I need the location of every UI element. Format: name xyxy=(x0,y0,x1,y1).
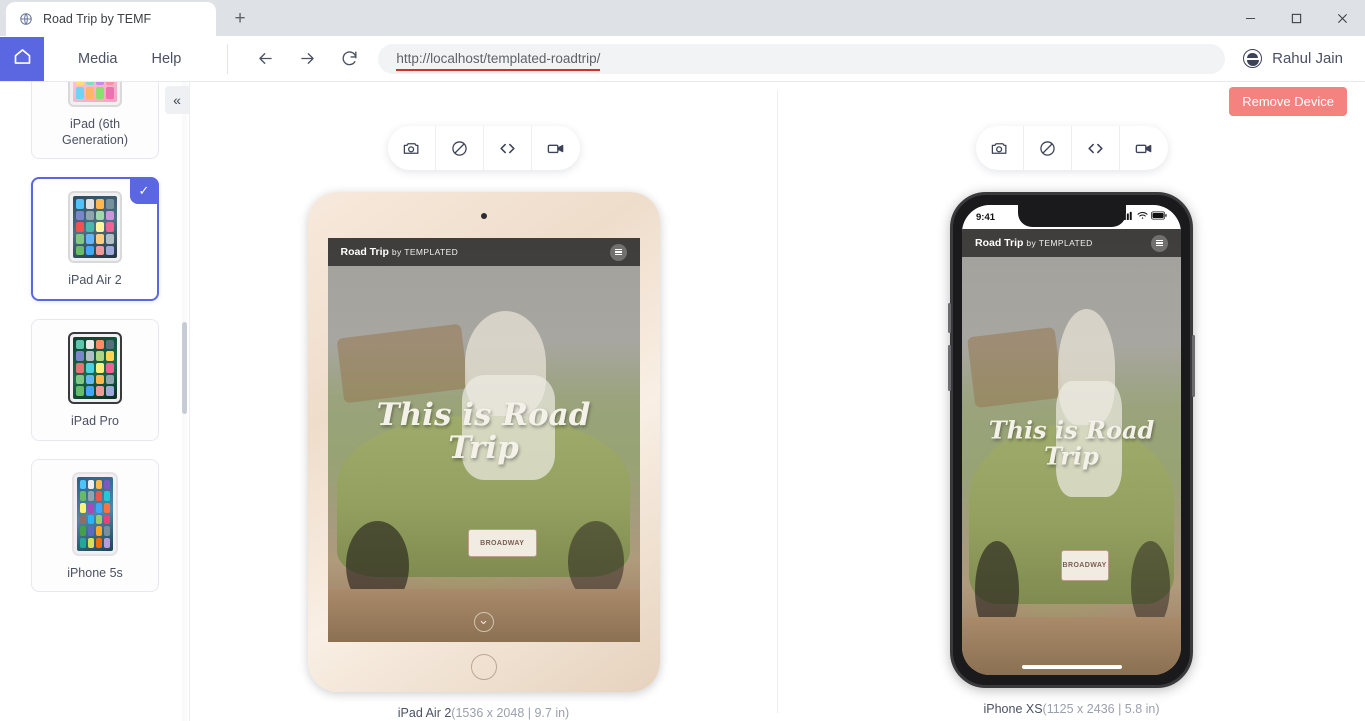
device-caption: iPad Air 2(1536 x 2048 | 9.7 in) xyxy=(398,706,569,720)
chevron-down-icon[interactable] xyxy=(474,612,494,632)
iphone-frame: 9:41 xyxy=(950,192,1193,688)
ipad-frame: BROADWAY Road Trip by TEMPLATED This is … xyxy=(308,192,660,692)
license-plate: BROADWAY xyxy=(468,529,537,557)
record-video-icon[interactable] xyxy=(1120,126,1168,170)
maximize-button[interactable] xyxy=(1273,0,1319,36)
collapse-sidebar-button[interactable]: « xyxy=(165,86,189,114)
sidebar-scrollbar-thumb[interactable] xyxy=(182,322,187,414)
device-card-ipad-6th-generation[interactable]: iPad (6th Generation) xyxy=(31,82,159,159)
tab-title: Road Trip by TEMF xyxy=(43,12,151,26)
roof-rack-figure xyxy=(336,324,468,403)
home-icon xyxy=(12,46,33,72)
inspect-code-icon[interactable] xyxy=(484,126,532,170)
screenshot-icon[interactable] xyxy=(976,126,1024,170)
close-button[interactable] xyxy=(1319,0,1365,36)
site-logo-bold: Road Trip xyxy=(975,237,1023,249)
website-content: BROADWAY Road Trip by TEMPLATED This is … xyxy=(328,238,640,642)
device-caption-spec: (1125 x 2436 | 5.8 in) xyxy=(1043,702,1160,716)
user-name: Rahul Jain xyxy=(1272,50,1343,67)
iphone-home-indicator[interactable] xyxy=(1022,665,1122,669)
minimize-button[interactable] xyxy=(1227,0,1273,36)
device-preview-ipad-air-2: BROADWAY Road Trip by TEMPLATED This is … xyxy=(190,82,777,721)
battery-icon xyxy=(1151,211,1167,223)
status-bar-time: 9:41 xyxy=(976,212,995,223)
roof-rack-figure xyxy=(967,327,1063,409)
device-label: iPad Air 2 xyxy=(68,273,122,289)
app-body: iPad (6th Generation) ✓ iPad Air 2 xyxy=(0,82,1365,721)
browser-tab[interactable]: Road Trip by TEMF xyxy=(6,2,216,36)
device-thumbnail xyxy=(72,472,118,556)
remove-device-button[interactable]: Remove Device xyxy=(1229,87,1347,116)
home-button[interactable] xyxy=(0,37,44,81)
iphone-screen[interactable]: 9:41 xyxy=(962,205,1181,675)
hero-title: This is Road Trip xyxy=(328,399,640,465)
reload-button[interactable] xyxy=(336,46,362,72)
device-list: iPad (6th Generation) ✓ iPad Air 2 xyxy=(0,82,190,610)
device-caption-spec: (1536 x 2048 | 9.7 in) xyxy=(451,706,569,720)
menu-item-help[interactable]: Help xyxy=(152,51,182,67)
device-caption: iPhone XS(1125 x 2436 | 5.8 in) xyxy=(983,702,1159,716)
device-thumbnail xyxy=(68,191,122,263)
device-preview-area: Remove Device xyxy=(190,82,1365,721)
nav-controls xyxy=(228,46,378,72)
record-video-icon[interactable] xyxy=(532,126,580,170)
device-card-ipad-pro[interactable]: iPad Pro xyxy=(31,319,159,441)
device-card-iphone-5s[interactable]: iPhone 5s xyxy=(31,459,159,593)
wifi-icon xyxy=(1137,211,1148,223)
iphone-notch xyxy=(1018,205,1126,227)
site-logo[interactable]: Road Trip by TEMPLATED xyxy=(975,237,1093,249)
device-label: iPad (6th Generation) xyxy=(38,117,152,148)
hero-title: This is Road Trip xyxy=(962,418,1181,469)
device-selected-check-icon: ✓ xyxy=(130,178,158,204)
status-bar-indicators xyxy=(1121,211,1167,223)
iphone-power-button[interactable] xyxy=(1192,335,1195,397)
device-label: iPhone 5s xyxy=(67,566,123,582)
site-logo[interactable]: Road Trip by TEMPLATED xyxy=(341,246,459,258)
user-avatar-icon xyxy=(1243,49,1262,68)
device-toolbar xyxy=(388,126,580,170)
website-content: BROADWAY Road Trip by TEMPLATED This is … xyxy=(962,229,1181,675)
device-toolbar xyxy=(976,126,1168,170)
url-text[interactable]: http://localhost/templated-roadtrip/ xyxy=(396,51,600,67)
device-card-ipad-air-2[interactable]: ✓ iPad Air 2 xyxy=(31,177,159,301)
inspect-code-icon[interactable] xyxy=(1072,126,1120,170)
browser-nav-bar: Media Help http://localhost/templated-ro… xyxy=(0,36,1365,82)
device-list-sidebar: iPad (6th Generation) ✓ iPad Air 2 xyxy=(0,82,190,721)
hamburger-icon[interactable] xyxy=(1151,235,1168,252)
site-logo-rest: by TEMPLATED xyxy=(392,247,458,257)
screenshot-icon[interactable] xyxy=(388,126,436,170)
ipad-home-button[interactable] xyxy=(471,654,497,680)
site-header: Road Trip by TEMPLATED xyxy=(962,229,1181,257)
device-preview-iphone-xs: 9:41 xyxy=(778,82,1365,721)
device-caption-name: iPad Air 2 xyxy=(398,706,452,720)
device-label: iPad Pro xyxy=(71,414,119,430)
ipad-screen[interactable]: BROADWAY Road Trip by TEMPLATED This is … xyxy=(328,238,640,642)
browser-title-bar: Road Trip by TEMF + xyxy=(0,0,1365,36)
forward-button[interactable] xyxy=(294,46,320,72)
device-caption-name: iPhone XS xyxy=(983,702,1042,716)
site-header: Road Trip by TEMPLATED xyxy=(328,238,640,266)
site-logo-bold: Road Trip xyxy=(341,246,389,258)
globe-icon xyxy=(18,11,34,27)
license-plate: BROADWAY xyxy=(1061,550,1109,581)
device-thumbnail xyxy=(68,332,122,404)
menu-item-media[interactable]: Media xyxy=(78,51,118,67)
rotate-orientation-icon[interactable] xyxy=(1024,126,1072,170)
window-controls xyxy=(1227,0,1365,36)
app-menu: Media Help xyxy=(44,51,181,67)
back-button[interactable] xyxy=(252,46,278,72)
device-thumbnail xyxy=(68,82,122,107)
address-bar[interactable]: http://localhost/templated-roadtrip/ xyxy=(378,44,1225,74)
site-logo-rest: by TEMPLATED xyxy=(1026,238,1092,248)
user-account-chip[interactable]: Rahul Jain xyxy=(1243,49,1365,68)
rotate-orientation-icon[interactable] xyxy=(436,126,484,170)
new-tab-button[interactable]: + xyxy=(226,5,254,33)
ipad-camera-icon xyxy=(481,213,487,219)
hamburger-icon[interactable] xyxy=(610,244,627,261)
